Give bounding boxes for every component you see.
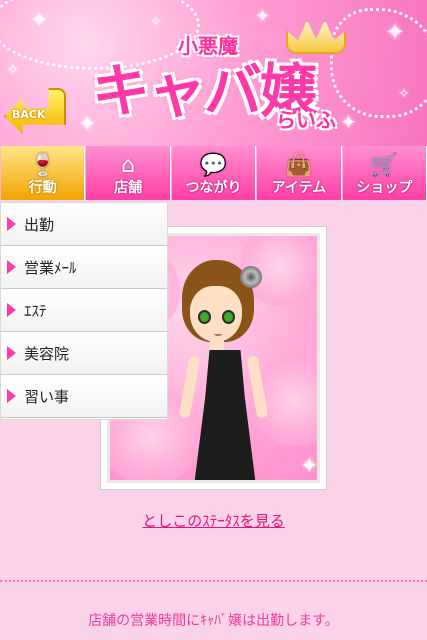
- header-banner: ✦ ✧ ✦ ✦ ✧ ✦ ✦ ✧ 小悪魔 キャバ嬢 らいふ BACK: [0, 0, 427, 146]
- menu-item-salon[interactable]: 美容院: [1, 332, 167, 375]
- sparkle-icon: ✧: [6, 60, 20, 79]
- main-nav: 🍷 行動 ⌂ 店舗 💬 つながり 👜 アイテム 🛒 ショップ: [0, 146, 427, 200]
- back-button[interactable]: BACK: [4, 88, 66, 134]
- tab-connections[interactable]: 💬 つながり: [170, 146, 257, 200]
- menu-item-label: ｴｽﾃ: [24, 301, 47, 320]
- tab-store[interactable]: ⌂ 店舗: [85, 146, 171, 200]
- pink-triangle-icon: [7, 260, 16, 274]
- menu-item-label: 営業ﾒｰﾙ: [24, 258, 77, 277]
- tab-label: アイテム: [271, 180, 327, 196]
- pink-triangle-icon: [7, 303, 16, 317]
- view-status-link[interactable]: としこのｽﾃｰﾀｽを見る: [0, 510, 427, 531]
- avatar-arm: [178, 355, 201, 419]
- sparkle-icon: ✦: [340, 110, 357, 134]
- menu-item-sales-mail[interactable]: 営業ﾒｰﾙ: [1, 246, 167, 289]
- tab-label: 行動: [28, 180, 57, 196]
- pink-triangle-icon: [7, 346, 16, 360]
- dotted-divider: [0, 580, 427, 582]
- avatar-mouth: [214, 332, 222, 336]
- menu-item-label: 出勤: [24, 215, 55, 234]
- menu-item-esthetic[interactable]: ｴｽﾃ: [1, 289, 167, 332]
- tab-label: 店舗: [114, 180, 143, 196]
- sparkle-icon: ✧: [398, 86, 410, 102]
- pink-triangle-icon: [7, 389, 16, 403]
- pink-triangle-icon: [7, 217, 16, 231]
- house-icon: ⌂: [121, 153, 136, 178]
- wine-glass-icon: 🍷: [29, 153, 57, 178]
- bag-icon: 👜: [285, 153, 313, 178]
- avatar-eye: [198, 310, 211, 324]
- info-text: 店舗の営業時間にｷｬﾊﾞ嬢は出勤します。: [88, 613, 339, 629]
- menu-item-label: 美容院: [24, 344, 70, 363]
- heart-chain-decoration: [330, 8, 427, 118]
- menu-item-attend[interactable]: 出勤: [1, 203, 167, 246]
- avatar-eye: [222, 310, 235, 324]
- tab-items[interactable]: 👜 アイテム: [256, 146, 342, 200]
- tab-label: つながり: [185, 180, 242, 196]
- avatar-dress: [194, 350, 256, 480]
- tab-label: ショップ: [356, 180, 413, 196]
- action-dropdown-menu: 出勤 営業ﾒｰﾙ ｴｽﾃ 美容院 習い事: [0, 202, 168, 420]
- logo-tail: らいふ: [276, 108, 336, 132]
- sparkle-icon: ✦: [255, 6, 271, 27]
- avatar: [170, 256, 280, 480]
- diamond-icon: ✦: [300, 454, 319, 479]
- sparkle-icon: ✦: [30, 8, 49, 33]
- tab-action[interactable]: 🍷 行動: [0, 146, 86, 200]
- avatar-arm: [246, 355, 269, 419]
- sparkle-icon: ✧: [150, 14, 162, 30]
- back-label: BACK: [12, 108, 46, 121]
- menu-item-label: 習い事: [24, 387, 70, 406]
- sparkle-icon: ✦: [385, 18, 406, 46]
- hair-flower-icon: [240, 266, 262, 288]
- chat-bubble-icon: 💬: [199, 153, 228, 178]
- menu-item-lessons[interactable]: 習い事: [1, 375, 167, 418]
- tab-shop[interactable]: 🛒 ショップ: [341, 146, 427, 200]
- cart-icon: 🛒: [370, 153, 399, 178]
